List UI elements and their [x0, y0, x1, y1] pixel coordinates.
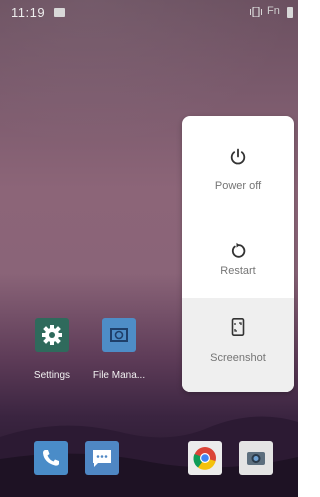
home-screen: 11:19 Fn Settings File Mana... Power off… — [0, 0, 298, 497]
camera-icon[interactable] — [239, 441, 273, 475]
image-icon — [54, 8, 65, 17]
app-label-settings: Settings — [33, 370, 71, 381]
restart-button[interactable]: Restart — [182, 208, 294, 300]
screenshot-icon — [231, 318, 245, 336]
power-off-button[interactable]: Power off — [182, 116, 294, 208]
screenshot-label: Screenshot — [210, 352, 266, 364]
power-menu: Power off Restart Screenshot — [182, 116, 294, 392]
messages-icon[interactable] — [85, 441, 119, 475]
phone-icon[interactable] — [34, 441, 68, 475]
app-file-manager[interactable]: File Mana... — [84, 318, 154, 381]
power-off-label: Power off — [214, 180, 262, 192]
fn-indicator: Fn — [267, 5, 280, 17]
restart-label: Restart — [220, 265, 256, 277]
status-time: 11:19 — [11, 5, 46, 20]
vibrate-icon — [250, 7, 262, 17]
wallpaper-hills — [0, 416, 298, 497]
chrome-icon[interactable] — [188, 441, 222, 475]
status-bar: 11:19 Fn — [0, 0, 298, 24]
battery-icon — [287, 7, 293, 18]
power-icon — [230, 148, 246, 165]
gear-icon — [35, 318, 69, 352]
app-settings[interactable]: Settings — [17, 318, 87, 381]
app-label-file-manager: File Mana... — [92, 370, 146, 381]
restart-icon — [231, 242, 246, 258]
folder-icon — [102, 318, 136, 352]
screenshot-button[interactable]: Screenshot — [182, 298, 294, 392]
